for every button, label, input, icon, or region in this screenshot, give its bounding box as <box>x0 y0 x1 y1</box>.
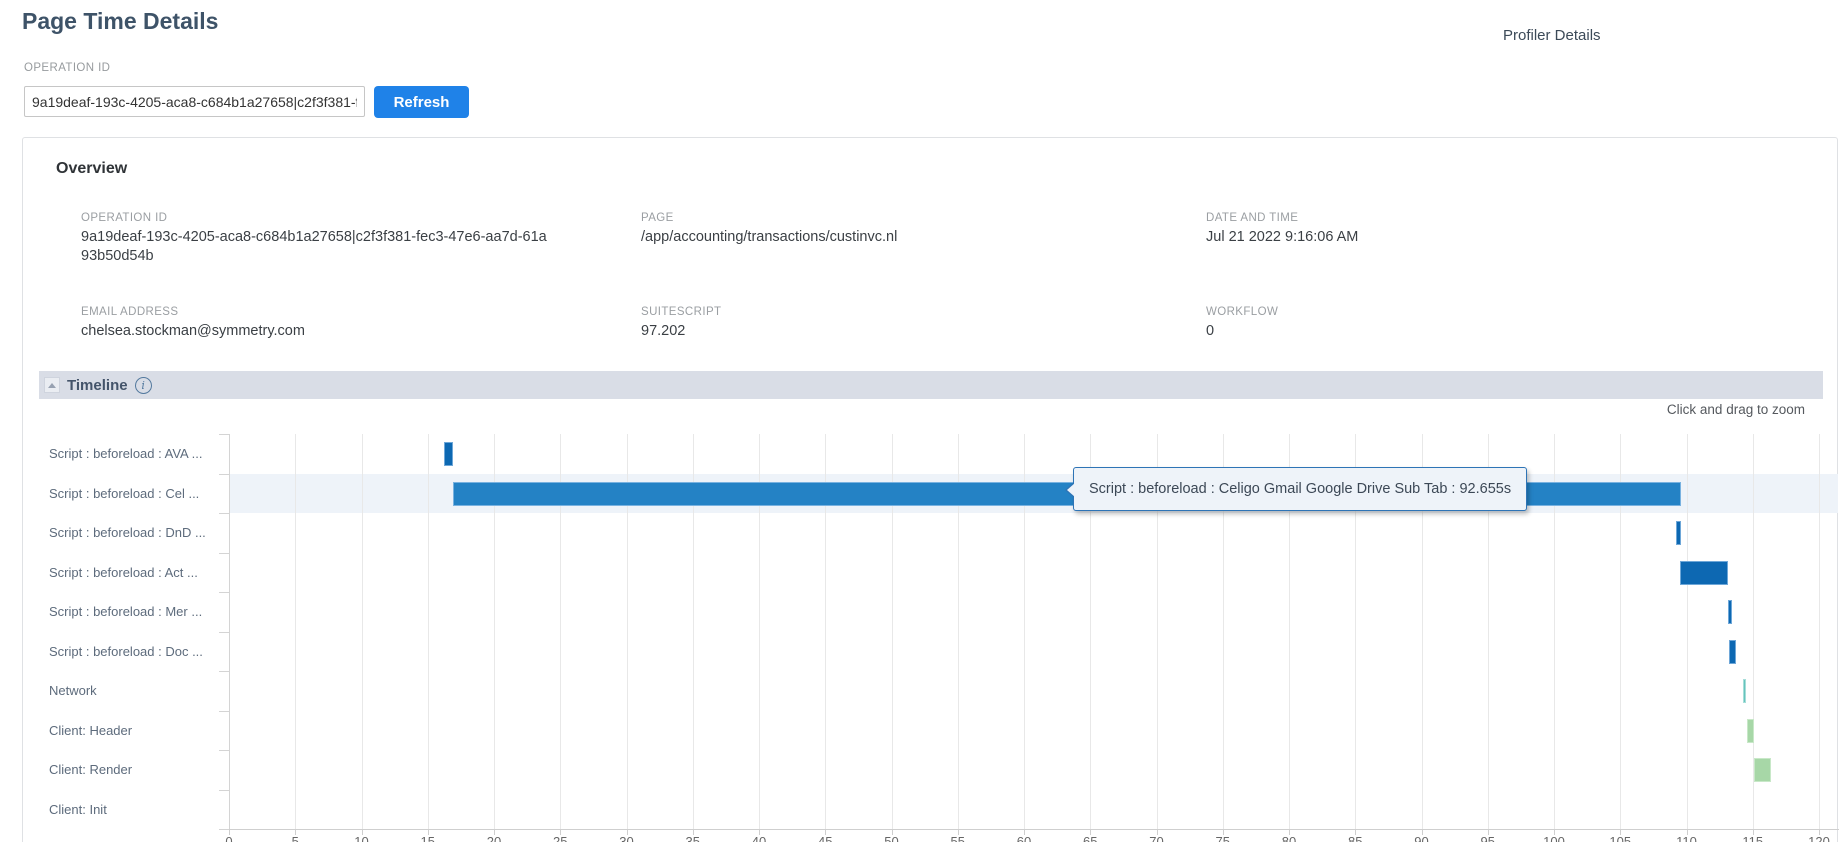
x-axis-label: 110 <box>1676 834 1697 842</box>
x-axis-label: 5 <box>291 834 299 842</box>
x-axis-label: 85 <box>1348 834 1363 842</box>
y-axis-tick <box>219 829 229 830</box>
x-gridline <box>361 434 363 829</box>
row-label: Script : beforeload : DnD ... <box>49 525 206 541</box>
overview-fields: OPERATION ID 9a19deaf-193c-4205-aca8-c68… <box>81 212 1817 341</box>
x-axis-label: 20 <box>486 834 502 842</box>
field-label: WORKFLOW <box>1206 306 1279 318</box>
x-axis-label: 25 <box>553 834 568 842</box>
operation-id-input[interactable] <box>24 86 365 117</box>
page-title: Page Time Details <box>22 8 219 34</box>
field-value: 0 <box>1206 323 1215 339</box>
chart-tooltip: Script : beforeload : Celigo Gmail Googl… <box>1064 467 1528 511</box>
x-axis-label: 65 <box>1083 834 1098 842</box>
timeline-bar[interactable] <box>1728 639 1736 664</box>
x-axis-label: 105 <box>1609 834 1632 842</box>
x-axis-label: 115 <box>1742 834 1764 842</box>
x-axis-label: 30 <box>619 834 634 842</box>
field-label: PAGE <box>641 212 674 224</box>
x-axis-label: 80 <box>1281 834 1297 842</box>
timeline-title: Timeline <box>67 376 128 394</box>
timeline-bar[interactable] <box>1675 521 1682 545</box>
x-axis-label: 10 <box>354 834 369 842</box>
row-label: Script : beforeload : Doc ... <box>49 643 203 659</box>
x-axis-label: 40 <box>751 834 767 842</box>
x-axis-label: 120 <box>1808 834 1830 842</box>
field-value: Jul 21 2022 9:16:06 AM <box>1206 229 1359 245</box>
x-axis-label: 35 <box>685 834 700 842</box>
x-axis-label: 55 <box>950 834 965 842</box>
field-value: 97.202 <box>641 323 686 339</box>
operation-id-label: OPERATION ID <box>24 62 111 74</box>
field-value: chelsea.stockman@symmetry.com <box>81 323 305 339</box>
field-label: SUITESCRIPT <box>641 306 722 318</box>
timeline-bar[interactable] <box>443 442 453 466</box>
timeline-bar[interactable] <box>1754 758 1772 782</box>
field-email-address: EMAIL ADDRESS chelsea.stockman@symmetry.… <box>81 306 641 341</box>
x-axis-label: 90 <box>1414 834 1429 842</box>
row-label: Script : beforeload : Mer ... <box>49 604 203 620</box>
y-axis-line <box>229 434 230 829</box>
timeline-bar[interactable] <box>1679 560 1728 585</box>
x-axis-label: 100 <box>1543 834 1565 842</box>
x-gridline <box>1686 434 1688 829</box>
profiler-details-link[interactable]: Profiler Details <box>1503 27 1601 44</box>
collapse-up-icon <box>48 382 56 388</box>
row-label: Client: Render <box>49 762 133 778</box>
field-label: OPERATION ID <box>81 212 168 224</box>
row-label: Script : beforeload : Cel ... <box>49 485 200 501</box>
x-axis-label: 95 <box>1480 834 1495 842</box>
field-page: PAGE /app/accounting/transactions/custin… <box>641 212 1206 266</box>
field-label: DATE AND TIME <box>1206 212 1299 224</box>
field-workflow: WORKFLOW 0 <box>1206 306 1817 341</box>
collapse-button[interactable] <box>44 377 60 393</box>
field-label: EMAIL ADDRESS <box>81 306 179 318</box>
row-label: Client: Header <box>49 722 133 738</box>
x-gridline <box>427 434 429 829</box>
field-operation-id: OPERATION ID 9a19deaf-193c-4205-aca8-c68… <box>81 212 641 266</box>
overview-title: Overview <box>56 160 128 177</box>
overview-panel: Overview OPERATION ID 9a19deaf-193c-4205… <box>22 137 1839 842</box>
x-axis-label: 15 <box>420 834 435 842</box>
x-gridline <box>295 434 297 829</box>
x-axis-label: 0 <box>225 834 233 842</box>
x-axis-label: 75 <box>1215 834 1230 842</box>
timeline-section-header[interactable]: Timeline i <box>39 371 1823 399</box>
field-suitescript: SUITESCRIPT 97.202 <box>641 306 1206 341</box>
row-label: Client: Init <box>49 801 107 817</box>
x-axis-label: 50 <box>884 834 899 842</box>
zoom-hint: Click and drag to zoom <box>1666 402 1805 417</box>
timeline-bar[interactable] <box>1743 679 1747 703</box>
timeline-chart[interactable]: Script : beforeload : Celigo Gmail Googl… <box>39 434 1839 842</box>
row-label: Network <box>49 683 97 699</box>
field-value: 9a19deaf-193c-4205-aca8-c684b1a27658|c2f… <box>81 229 547 264</box>
timeline-bar[interactable] <box>1727 600 1732 624</box>
x-axis-label: 70 <box>1149 834 1164 842</box>
x-gridline <box>1819 434 1820 829</box>
refresh-button[interactable]: Refresh <box>374 86 469 118</box>
row-label: Script : beforeload : AVA ... <box>49 446 203 462</box>
field-date-and-time: DATE AND TIME Jul 21 2022 9:16:06 AM <box>1206 212 1817 266</box>
x-axis-label: 45 <box>818 834 833 842</box>
info-icon[interactable]: i <box>134 376 152 394</box>
row-label: Script : beforeload : Act ... <box>49 564 198 580</box>
x-axis-label: 60 <box>1016 834 1032 842</box>
timeline-bar[interactable] <box>1747 718 1755 743</box>
field-value: /app/accounting/transactions/custinvc.nl <box>641 229 898 245</box>
x-axis-line <box>229 829 1839 830</box>
